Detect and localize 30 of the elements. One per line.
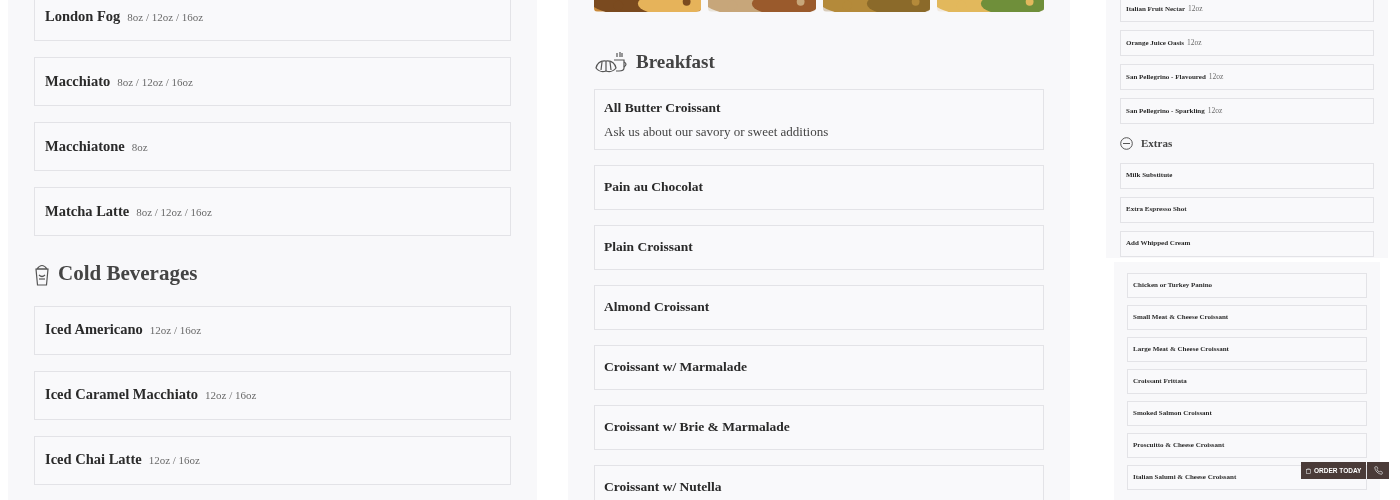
phone-button[interactable]	[1367, 462, 1390, 479]
phone-icon	[1373, 466, 1383, 475]
bag-icon	[1306, 467, 1311, 474]
item-sizes: 8oz / 12oz / 16oz	[136, 204, 212, 220]
item-description: Ask us about our savory or sweet additions	[604, 122, 830, 141]
item-name: Almond Croissant	[604, 298, 710, 317]
item-name: Plain Croissant	[604, 238, 693, 257]
item-name: London Fog	[45, 6, 121, 26]
item-name: Macchiato	[45, 71, 111, 91]
croissant-coffee-icon	[594, 49, 628, 74]
section-heading: Extras	[1141, 136, 1173, 151]
item-name: Croissant w/ Nutella	[604, 478, 722, 497]
item-sizes: 12oz / 16oz	[205, 388, 257, 404]
item-name: Iced Caramel Macchiato	[45, 385, 198, 405]
item-name: Macchiatone	[45, 136, 125, 156]
item-sizes: 12oz / 16oz	[149, 323, 202, 339]
item-name: Pain au Chocolat	[604, 178, 703, 197]
section-heading: Cold Beverages	[58, 260, 198, 287]
item-sizes: 12oz / 16oz	[148, 453, 200, 469]
item-sizes: 8oz / 12oz / 16oz	[127, 9, 204, 25]
item-sizes: 8oz	[131, 139, 148, 155]
item-name: Matcha Latte	[45, 201, 130, 221]
item-name: Iced Americano	[45, 320, 143, 340]
item-name: All Butter Croissant	[604, 98, 721, 117]
item-name: Croissant w/ Brie & Marmalade	[604, 418, 790, 437]
round-badge-icon	[1120, 136, 1133, 150]
item-name: Croissant w/ Marmalade	[604, 358, 747, 377]
item-name: Iced Chai Latte	[45, 450, 142, 470]
item-sizes: 8oz / 12oz / 16oz	[117, 74, 193, 90]
section-heading: Breakfast	[636, 49, 715, 74]
